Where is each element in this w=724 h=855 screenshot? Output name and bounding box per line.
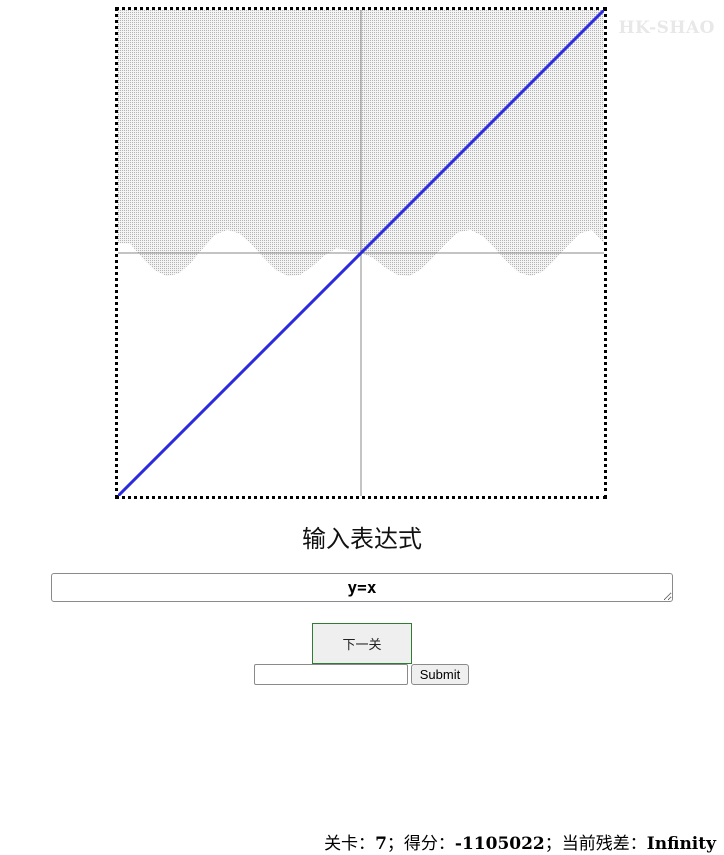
level-label: 关卡： — [324, 834, 376, 854]
score-value: -1105022 — [454, 834, 545, 854]
expression-input[interactable] — [51, 573, 673, 602]
score-label: ；得分： — [386, 834, 455, 854]
watermark-logo: HK-SHAO — [618, 18, 715, 38]
function-plot — [118, 10, 604, 496]
next-level-button[interactable]: 下一关 — [312, 623, 412, 664]
status-bar: 关卡：7；得分：-1105022；当前残差：Infinity — [324, 829, 716, 854]
plot-canvas — [115, 7, 607, 499]
residual-value: Infinity — [646, 834, 716, 854]
submit-button[interactable]: Submit — [411, 664, 469, 685]
level-value: 7 — [375, 834, 387, 854]
answer-field[interactable] — [254, 664, 408, 685]
page-title: 输入表达式 — [302, 525, 422, 553]
residual-label: ；当前残差： — [544, 834, 647, 854]
